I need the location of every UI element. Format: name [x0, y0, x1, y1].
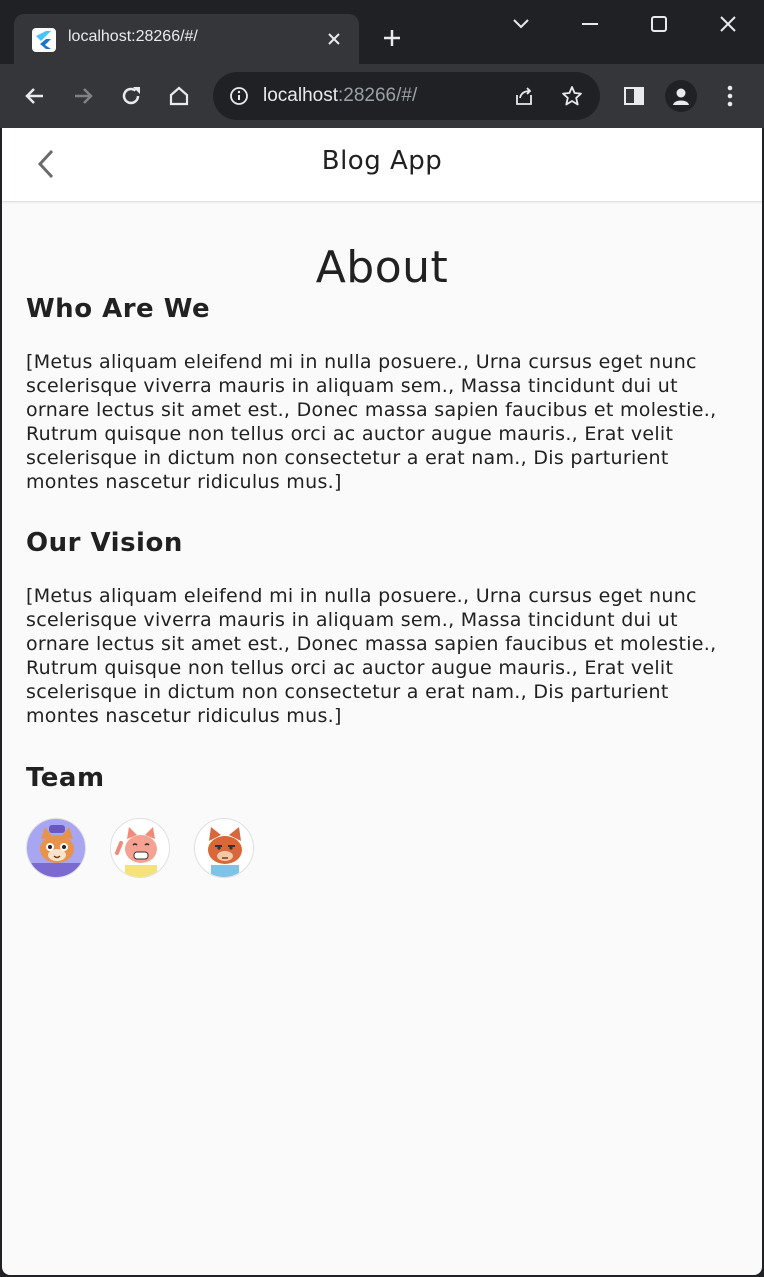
- team-member-avatar[interactable]: [110, 818, 170, 878]
- forward-arrow-icon[interactable]: [69, 82, 97, 110]
- url-host: localhost: [263, 85, 338, 106]
- side-panel-icon[interactable]: [620, 82, 648, 110]
- section-heading-team: Team: [26, 763, 105, 793]
- page-title: About: [315, 242, 449, 293]
- url-text: localhost:28266/#/: [263, 85, 417, 107]
- share-icon[interactable]: [511, 83, 537, 109]
- flutter-favicon-icon: [32, 28, 56, 52]
- app-bar-title: Blog App: [321, 146, 443, 176]
- browser-tab-strip: localhost:28266/#/: [0, 0, 764, 64]
- section-body-our-vision: [Metus aliquam eleifend mi in nulla posu…: [26, 585, 717, 727]
- tab-search-chevron-icon[interactable]: [501, 8, 541, 40]
- menu-kebab-icon[interactable]: [716, 82, 744, 110]
- browser-toolbar: localhost:28266/#/: [0, 64, 764, 128]
- section-heading-our-vision: Our Vision: [26, 528, 183, 558]
- home-icon[interactable]: [165, 82, 193, 110]
- reload-icon[interactable]: [117, 82, 145, 110]
- bookmark-star-icon[interactable]: [559, 83, 585, 109]
- team-member-avatar[interactable]: [26, 818, 86, 878]
- close-tab-icon[interactable]: [321, 26, 347, 52]
- app-bar: Blog App: [2, 128, 762, 202]
- maximize-icon[interactable]: [639, 8, 679, 40]
- cat-avatar-icon: [115, 827, 157, 877]
- back-arrow-icon[interactable]: [21, 82, 49, 110]
- close-window-icon[interactable]: [708, 8, 748, 40]
- tab-title: localhost:28266/#/: [68, 28, 198, 45]
- page-viewport: Blog App About Who Are We [Metus aliquam…: [2, 128, 762, 1275]
- team-member-avatar[interactable]: [194, 818, 254, 878]
- section-body-who-are-we: [Metus aliquam eleifend mi in nulla posu…: [26, 351, 717, 493]
- browser-tab[interactable]: localhost:28266/#/: [14, 14, 359, 64]
- new-tab-icon[interactable]: [378, 24, 406, 52]
- minimize-icon[interactable]: [570, 8, 610, 40]
- cat-avatar-icon: [27, 825, 85, 877]
- site-info-icon[interactable]: [227, 84, 251, 108]
- profile-avatar-icon[interactable]: [665, 80, 697, 112]
- address-bar[interactable]: localhost:28266/#/: [213, 72, 600, 120]
- section-heading-who-are-we: Who Are We: [26, 294, 211, 324]
- cat-avatar-icon: [208, 827, 242, 877]
- team-avatars: [26, 818, 254, 880]
- url-path: :28266/#/: [338, 85, 418, 106]
